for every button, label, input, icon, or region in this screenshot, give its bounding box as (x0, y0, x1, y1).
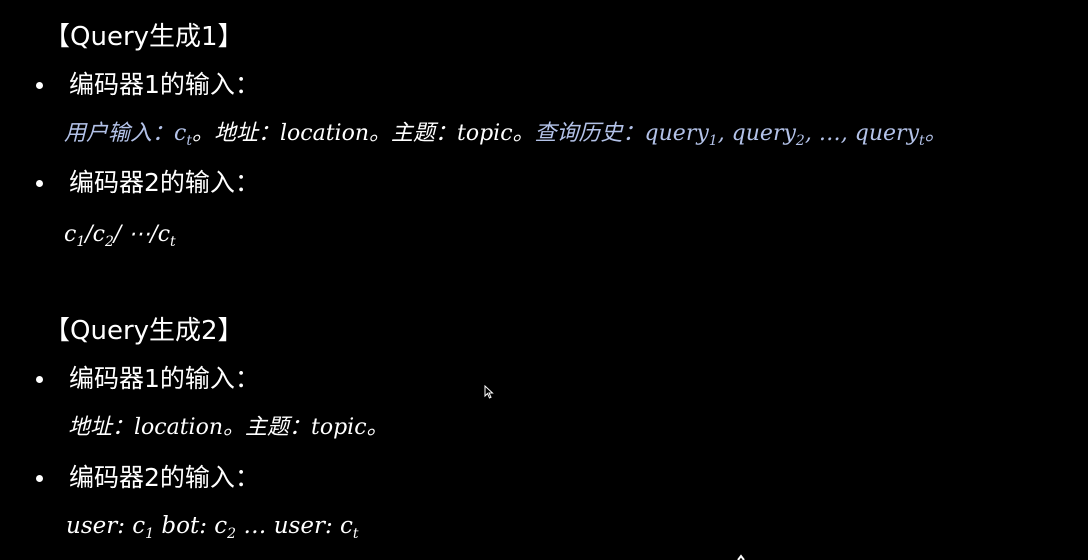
section2-encoder1-input: 地址：location。主题：topic。 (68, 415, 389, 440)
bottom-artifact-icon (737, 554, 745, 560)
user-input-label: 用户输入： (64, 121, 175, 146)
slide: 【Query生成1】 编码器1的输入： 用户输入：ct。地址：location。… (0, 0, 1088, 560)
section1-encoder2-input: c1/c2/ ⋯/ct (64, 222, 176, 250)
section1-bullet2: 编码器2的输入： (36, 168, 260, 198)
section2-heading: 【Query生成2】 (44, 316, 244, 346)
bullet-dot-icon (36, 375, 43, 383)
bullet-dot-icon (36, 474, 43, 482)
section2-bullet1-label: 编码器1的输入： (69, 364, 260, 393)
bullet-dot-icon (36, 81, 43, 89)
address-topic-text: 。地址：location。主题：topic。 (191, 121, 535, 146)
section1-bullet1-label: 编码器1的输入： (69, 70, 260, 99)
query-history-label: 查询历史： (534, 121, 645, 146)
section2-encoder2-input: user: c1 bot: c2 … user: ct (66, 513, 359, 542)
section2-bullet2-label: 编码器2的输入： (69, 463, 260, 492)
ct-var: ct (174, 121, 192, 149)
section2-bullet1: 编码器1的输入： (36, 364, 260, 394)
section1-bullet1: 编码器1的输入： (36, 70, 260, 100)
query-history-values: query1, query2, …, queryt。 (644, 121, 947, 149)
bullet-dot-icon (36, 179, 43, 187)
section2-bullet2: 编码器2的输入： (36, 463, 260, 493)
section1-bullet2-label: 编码器2的输入： (69, 168, 260, 197)
mouse-pointer-icon (484, 385, 494, 399)
section1-encoder1-input: 用户输入：ct。地址：location。主题：topic。查询历史：query1… (64, 120, 947, 148)
section1-heading: 【Query生成1】 (44, 22, 244, 52)
